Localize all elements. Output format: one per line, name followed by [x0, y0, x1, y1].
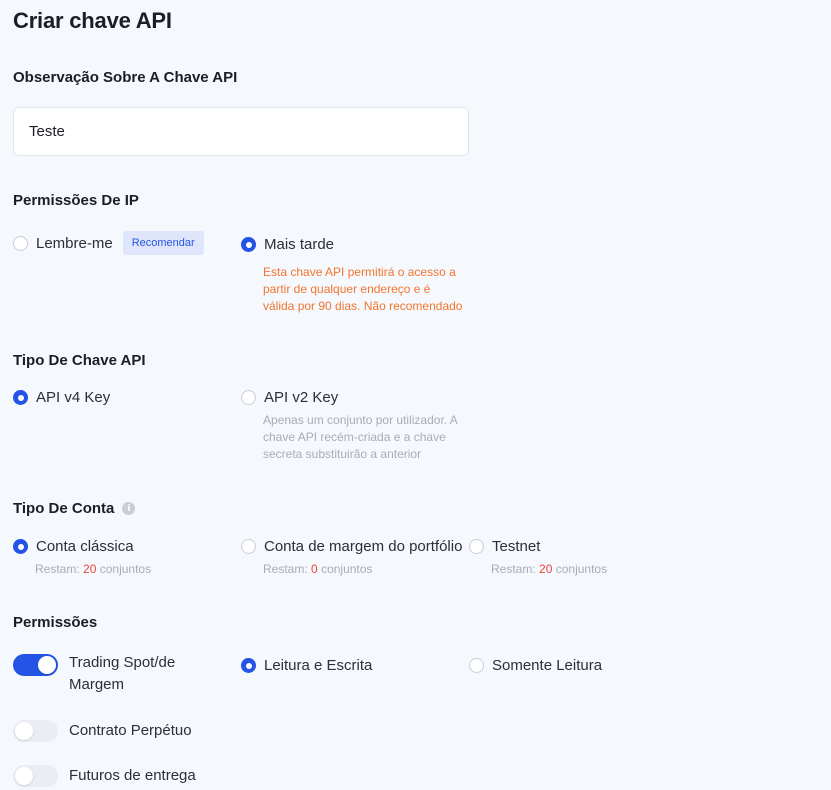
key-type-option-v4[interactable]: API v4 Key	[13, 389, 110, 406]
delivery-futures-label: Futuros de entrega	[69, 767, 196, 784]
spot-margin-toggle[interactable]	[13, 654, 58, 676]
account-portfolio-label: Conta de margem do portfólio	[264, 538, 463, 555]
read-only-label: Somente Leitura	[492, 657, 603, 674]
key-type-label: Tipo De Chave API	[13, 352, 146, 369]
account-option-testnet[interactable]: Testnet	[469, 538, 540, 555]
ip-later-warning: Esta chave API permitirá o acesso a part…	[263, 264, 462, 315]
key-type-v2-note-line: chave API recém-criada e a chave	[263, 430, 446, 444]
permissions-label: Permissões	[13, 614, 98, 631]
account-classic-label: Conta clássica	[36, 538, 134, 555]
perm-option-read-write[interactable]: Leitura e Escrita	[241, 657, 372, 674]
recommend-badge: Recomendar	[122, 231, 204, 255]
api-note-input[interactable]	[29, 123, 468, 140]
page-title: Criar chave API	[13, 8, 172, 33]
remaining-suffix: conjuntos	[99, 562, 152, 576]
api-note-label: Observação Sobre A Chave API	[13, 69, 238, 86]
spot-margin-label: Trading Spot/de Margem	[69, 652, 175, 696]
remaining-count: 0	[311, 562, 318, 576]
ip-later-warning-line: válida por 90 dias. Não recomendado	[263, 299, 463, 313]
remaining-suffix: conjuntos	[321, 562, 373, 576]
account-portfolio-remaining: Restam: 0 conjuntos	[263, 562, 372, 576]
remaining-count: 20	[539, 562, 553, 576]
remaining-prefix: Restam:	[491, 562, 536, 576]
remaining-prefix: Restam:	[263, 562, 308, 576]
remaining-suffix: conjuntos	[555, 562, 608, 576]
perpetual-contract-label: Contrato Perpétuo	[69, 722, 192, 739]
account-classic-remaining: Restam: 20 conjuntos	[35, 562, 151, 576]
radio-classic[interactable]	[13, 539, 28, 554]
key-type-v4-label: API v4 Key	[36, 389, 111, 406]
radio-testnet[interactable]	[469, 539, 484, 554]
account-type-heading: Tipo De Conta i	[13, 500, 136, 517]
ip-option-later[interactable]: Mais tarde	[241, 236, 334, 253]
radio-read-only[interactable]	[469, 658, 484, 673]
key-type-v2-label: API v2 Key	[264, 389, 339, 406]
ip-later-warning-line: Esta chave API permitirá o acesso a	[263, 265, 456, 279]
radio-v4[interactable]	[13, 390, 28, 405]
spot-margin-label-line: Margem	[69, 676, 125, 693]
perpetual-contract-toggle[interactable]	[13, 720, 58, 742]
remaining-prefix: Restam:	[35, 562, 80, 576]
api-note-field[interactable]	[13, 107, 469, 156]
radio-v2[interactable]	[241, 390, 256, 405]
account-option-classic[interactable]: Conta clássica	[13, 538, 134, 555]
account-testnet-remaining: Restam: 20 conjuntos	[491, 562, 607, 576]
ip-option-later-label: Mais tarde	[264, 236, 335, 253]
remaining-count: 20	[83, 562, 97, 576]
radio-later[interactable]	[241, 237, 256, 252]
account-type-label: Tipo De Conta	[13, 500, 115, 517]
radio-portfolio-margin[interactable]	[241, 539, 256, 554]
radio-read-write[interactable]	[241, 658, 256, 673]
key-type-option-v2[interactable]: API v2 Key	[241, 389, 338, 406]
delivery-futures-toggle[interactable]	[13, 765, 58, 787]
ip-later-warning-line: partir de qualquer endereço e é	[263, 282, 431, 296]
key-type-v2-note-line: secreta substituirão a anterior	[263, 447, 422, 461]
spot-margin-label-line: Trading Spot/de	[69, 654, 176, 671]
key-type-v2-note-line: Apenas um conjunto por utilizador. A	[263, 413, 458, 427]
account-testnet-label: Testnet	[492, 538, 541, 555]
account-option-portfolio-margin[interactable]: Conta de margem do portfólio	[241, 538, 462, 555]
ip-option-remember-label: Lembre-me	[36, 234, 113, 252]
key-type-v2-note: Apenas um conjunto por utilizador. A cha…	[263, 412, 458, 463]
read-write-label: Leitura e Escrita	[264, 657, 373, 674]
radio-remember[interactable]	[13, 235, 28, 251]
info-icon[interactable]: i	[122, 502, 136, 515]
ip-option-remember[interactable]: Lembre-me Recomendar	[13, 231, 204, 255]
ip-permissions-label: Permissões De IP	[13, 192, 139, 209]
perm-option-read-only[interactable]: Somente Leitura	[469, 657, 602, 674]
